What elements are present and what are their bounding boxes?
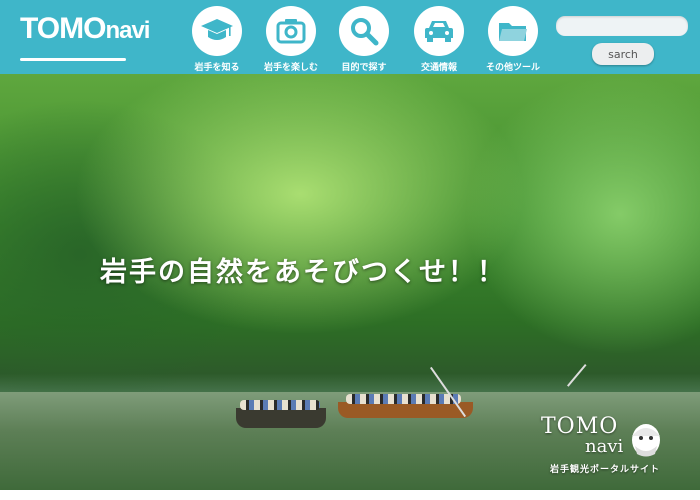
nav-label: 交通情報 (420, 63, 457, 73)
nav-label: 岩手を知る (194, 63, 240, 73)
hero-headline: 岩手の自然をあそびつくせ！！ (100, 257, 506, 288)
mascot-face-icon (626, 418, 666, 458)
car-icon (414, 6, 464, 56)
graduation-cap-icon (192, 6, 242, 56)
logo-main: TOMO (20, 12, 106, 45)
watermark-subtitle: navi (585, 436, 624, 457)
nav-item-enjoy-iwate[interactable]: 岩手を楽しむ (256, 6, 326, 73)
boat-passengers (240, 400, 320, 410)
nav-item-other-tools[interactable]: その他ツール (478, 6, 548, 73)
site-logo[interactable]: TOMOnavi (20, 12, 150, 46)
logo-sub: navi (105, 17, 150, 44)
camera-icon (266, 6, 316, 56)
nav-label: その他ツール (485, 63, 540, 73)
search-button[interactable]: sarch (592, 43, 654, 65)
watermark-tagline: 岩手観光ポータルサイト (550, 465, 661, 475)
nav-item-search-purpose[interactable]: 目的で探す (329, 6, 399, 73)
boat (236, 408, 326, 428)
folder-icon (488, 6, 538, 56)
search-icon (339, 6, 389, 56)
boat (338, 402, 473, 418)
nav-label: 目的で探す (341, 63, 387, 73)
search-input[interactable] (556, 16, 688, 36)
boat-passengers (346, 394, 461, 404)
boat-pole (567, 364, 587, 387)
logo-underline (20, 58, 126, 61)
nav-label: 岩手を楽しむ (263, 63, 318, 73)
nav-item-know-iwate[interactable]: 岩手を知る (182, 6, 252, 73)
nav-item-traffic[interactable]: 交通情報 (404, 6, 474, 73)
header-bar: TOMOnavi 岩手を知る 岩手を楽しむ 目的で探す 交通情報 その他ツール … (0, 0, 700, 74)
